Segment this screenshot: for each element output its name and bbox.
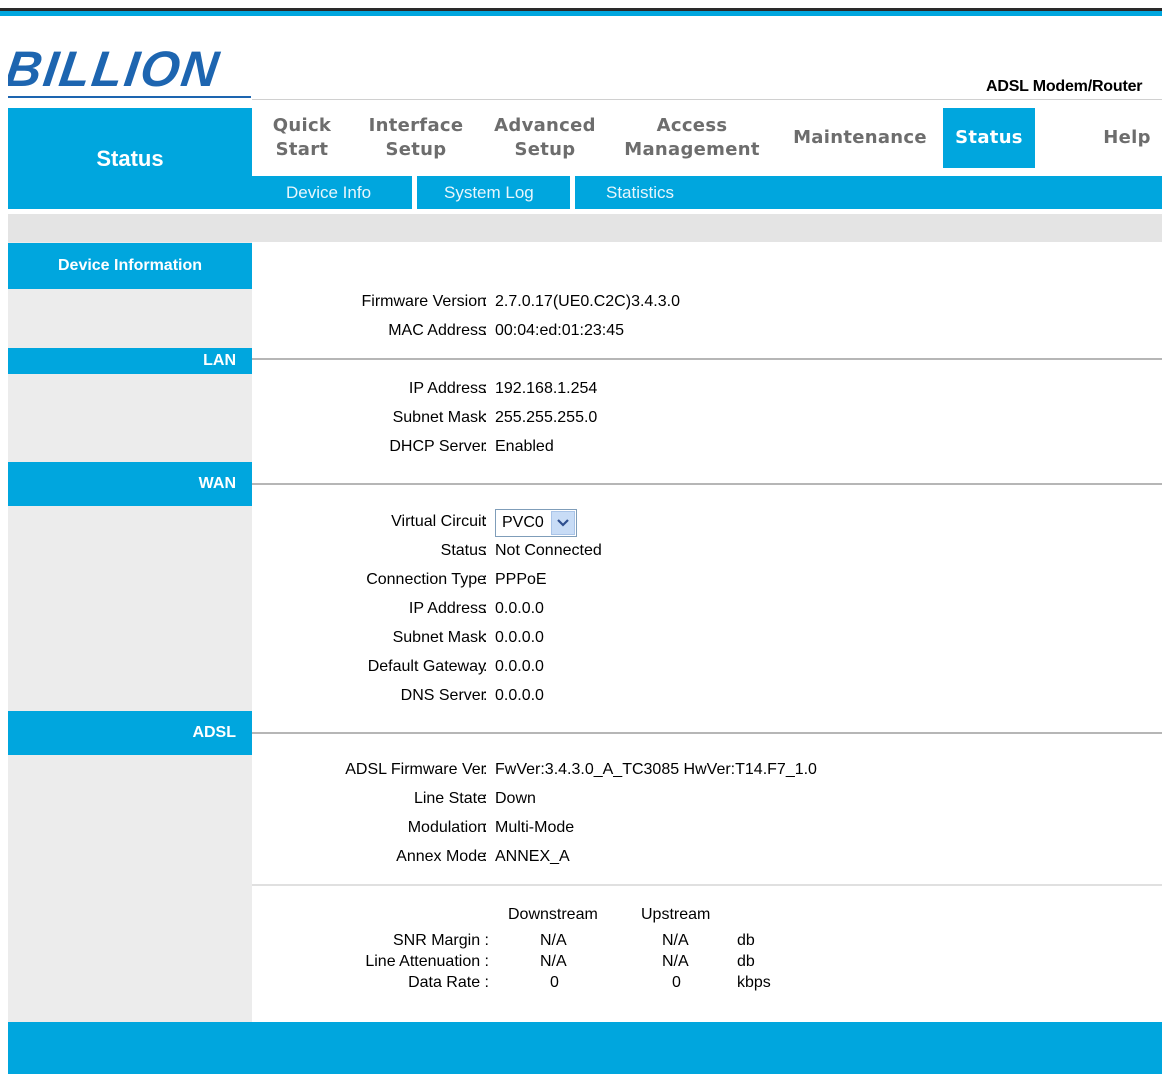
table-header-downstream: Downstream [508, 906, 598, 923]
top-accent-bar [0, 11, 1162, 16]
section-header-adsl: ADSL [8, 711, 252, 755]
product-name: ADSL Modem/Router [986, 78, 1143, 95]
row-label: MAC Address [388, 322, 486, 339]
row-label: ADSL Firmware Ver [345, 761, 486, 778]
row-value: 0.0.0.0 [495, 629, 544, 646]
table-cell: 0 [672, 974, 681, 991]
table-cell-unit: kbps [737, 974, 771, 991]
row-label: Connection Type [366, 571, 486, 588]
footer-left [8, 1022, 252, 1074]
nav-label: Maintenance [793, 127, 927, 148]
subnav-device-info[interactable]: Device Info [286, 176, 371, 209]
row-label: Subnet Mask [392, 409, 486, 426]
virtual-circuit-select[interactable]: PVC0 [495, 509, 577, 537]
chevron-down-icon[interactable] [551, 511, 575, 535]
row-value: Down [495, 790, 536, 807]
nav-label: Setup [514, 139, 576, 160]
nav-label: Status [955, 127, 1023, 148]
row-label: Subnet Mask [392, 629, 486, 646]
row-label: Default Gateway [367, 658, 486, 675]
nav-status[interactable]: Status [943, 108, 1035, 168]
table-cell-unit: db [737, 953, 755, 970]
section-divider [252, 732, 1162, 734]
table-row-label: Line Attenuation : [365, 953, 489, 970]
nav-interface-setup[interactable]: Interface Setup [364, 108, 468, 168]
nav-label: Advanced [494, 115, 596, 136]
nav-label: Help [1103, 127, 1151, 148]
section-divider [252, 483, 1162, 485]
row-value: Enabled [495, 438, 554, 455]
footer-bar [252, 1022, 1162, 1074]
row-value: 0.0.0.0 [495, 658, 544, 675]
header-divider [252, 99, 1162, 100]
subnav-statistics[interactable]: Statistics [606, 176, 674, 209]
billion-logo: BILLION [8, 41, 224, 96]
row-value: FwVer:3.4.3.0_A_TC3085 HwVer:T14.F7_1.0 [495, 761, 817, 778]
row-label: Virtual Circuit [391, 513, 486, 530]
nav-maintenance[interactable]: Maintenance [786, 108, 934, 168]
row-label: Modulation [407, 819, 486, 836]
subnav-separator [412, 176, 417, 209]
row-value: Not Connected [495, 542, 602, 559]
nav-label: Interface [368, 115, 464, 136]
row-value: Multi-Mode [495, 819, 575, 836]
row-value: 0.0.0.0 [495, 687, 544, 704]
row-label: DHCP Server [389, 438, 486, 455]
row-label: Line State [413, 790, 486, 807]
page-title: Status [8, 108, 252, 209]
nav-advanced-setup[interactable]: Advanced Setup [490, 108, 600, 168]
row-value: ANNEX_A [495, 848, 570, 865]
nav-label: Setup [385, 139, 447, 160]
subnav-system-log[interactable]: System Log [444, 176, 534, 209]
table-cell: 0 [550, 974, 559, 991]
table-cell: N/A [662, 932, 689, 949]
nav-access-management[interactable]: Access Management [622, 108, 762, 168]
nav-help[interactable]: Help [1092, 108, 1162, 168]
section-divider [252, 358, 1162, 360]
nav-label: Quick [272, 115, 332, 136]
row-value: PPPoE [495, 571, 547, 588]
table-row-label: Data Rate : [408, 974, 489, 991]
row-label: Annex Mode [396, 848, 486, 865]
row-label: IP Address [408, 380, 486, 397]
table-cell: N/A [662, 953, 689, 970]
table-divider [252, 884, 1162, 886]
row-value: 00:04:ed:01:23:45 [495, 322, 625, 339]
sub-nav: Device Info System Log Statistics [252, 176, 1162, 209]
section-header-lan: LAN [8, 348, 252, 374]
svg-text:BILLION: BILLION [8, 41, 224, 96]
nav-label: Management [624, 139, 760, 160]
row-value: 2.7.0.17(UE0.C2C)3.4.3.0 [495, 293, 680, 310]
nav-label: Start [275, 139, 329, 160]
table-cell-unit: db [737, 932, 755, 949]
row-label: IP Address [408, 600, 486, 617]
table-cell: N/A [540, 932, 567, 949]
row-value: 192.168.1.254 [495, 380, 598, 397]
select-value: PVC0 [502, 514, 544, 531]
row-label: Status [440, 542, 486, 559]
row-label: DNS Server [400, 687, 486, 704]
subnav-separator [570, 176, 575, 209]
section-header-device-information: Device Information [8, 243, 252, 289]
row-value: 255.255.255.0 [495, 409, 598, 426]
table-row-label: SNR Margin : [392, 932, 489, 949]
logo-underline [8, 96, 251, 98]
nav-label: Access [656, 115, 728, 136]
table-cell: N/A [540, 953, 567, 970]
main-nav: Quick Start Interface Setup Advanced Setup … [252, 108, 1162, 168]
section-header-wan: WAN [8, 462, 252, 506]
row-value: 0.0.0.0 [495, 600, 544, 617]
table-header-upstream: Upstream [641, 906, 711, 923]
row-label: Firmware Version [361, 293, 486, 310]
nav-quick-start[interactable]: Quick Start [260, 108, 344, 168]
content-top-bar [8, 214, 1162, 242]
